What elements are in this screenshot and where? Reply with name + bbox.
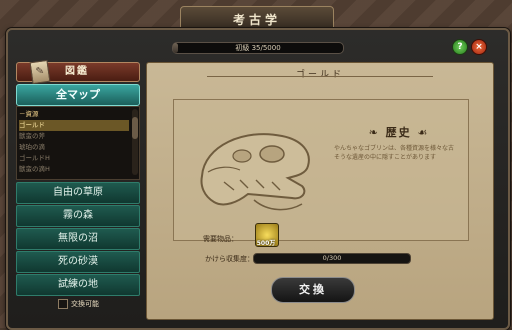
required-item-quantity: 500万 [256,240,276,247]
resource-tree-list: －資源 ゴールド 獣蛮の斧 琥珀の滴 ゴールドH 獣蛮の滴H [16,106,140,180]
history-heading-text: 歴史 [385,126,412,139]
encyclopedia-button[interactable]: ✎ 図鑑 [16,59,140,85]
dinosaur-skull-illustration [200,133,310,211]
tree-item[interactable]: 獣蛮の滴H [19,164,129,175]
item-title: ゴールド [295,70,344,80]
level-progress-bar: 初級 35/5000 [172,42,344,54]
tree-scrollbar[interactable] [132,109,138,175]
help-button[interactable]: ? [452,39,468,55]
close-button[interactable]: × [471,39,487,55]
region-button-endless-swamp[interactable]: 無限の沼 [16,228,140,250]
history-heading: ❧ 歴史 ☙ [334,124,464,140]
region-button-trial-land[interactable]: 試練の地 [16,274,140,296]
tree-item-gold[interactable]: ゴールド [19,120,129,131]
scroll-book-icon: ✎ [29,59,51,85]
fragment-progress-bar: 0/300 [253,253,411,264]
fragment-progress-label: かけら収集度： [205,255,254,263]
region-button-mist-forest[interactable]: 霧の森 [16,205,140,227]
exchange-button[interactable]: 交換 [271,277,355,303]
tree-scroll-thumb[interactable] [132,117,138,139]
fragment-progress-text: 0/300 [322,254,342,262]
exchangeable-filter-checkbox[interactable]: 交換可能 [58,298,114,310]
all-map-button[interactable]: 全マップ [16,84,140,106]
ornament-left-icon: ❧ [368,126,386,139]
history-description: やんちゃなゴブリンは、各種資源を様々な古そうな遺産の中に隠すことがあります [334,145,455,161]
tree-item[interactable]: 琥珀の滴 [19,142,129,153]
artifact-panel: ❧ 歴史 ☙ やんちゃなゴブリンは、各種資源を様々な古そうな遺産の中に隠すことが… [173,99,469,241]
tree-item[interactable]: 獣蛮の斧 [19,131,129,142]
required-item-label: 需要物品： [203,235,238,243]
checkbox-box[interactable] [58,299,68,309]
title-divider [207,76,433,77]
tree-item[interactable]: ゴールドH [19,153,129,164]
region-button-death-desert[interactable]: 死の砂漠 [16,251,140,273]
level-progress-text: 初級 35/5000 [235,44,281,52]
region-button-free-plains[interactable]: 自由の草原 [16,182,140,204]
encyclopedia-label: 図鑑 [65,66,89,77]
tree-category-resources[interactable]: －資源 [19,109,129,120]
sidebar: ✎ 図鑑 全マップ －資源 ゴールド 獣蛮の斧 琥珀の滴 ゴールドH 獣蛮の滴H… [16,59,140,318]
exchangeable-label: 交換可能 [71,300,99,308]
ornament-right-icon: ☙ [411,126,430,139]
detail-panel: ゴールド ❧ 歴史 ☙ やんちゃなゴブリンは、各種資源を様々な古そうな遺産の中に… [146,62,494,320]
